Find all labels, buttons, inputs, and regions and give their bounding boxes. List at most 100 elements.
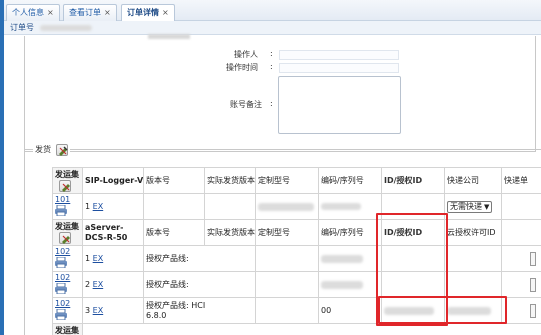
redacted-value (321, 280, 363, 289)
shipset-number-link[interactable]: 102 (55, 299, 80, 309)
product-name: aServer-DCS-R-50 (85, 222, 128, 242)
close-icon[interactable]: × (104, 8, 111, 17)
tab-label: 订单详情 (127, 8, 159, 17)
courier-select[interactable]: 无需快递 ▼ (447, 200, 493, 213)
operator-label: 操作人 (234, 50, 258, 59)
account-remark-textarea[interactable] (278, 76, 401, 134)
row-index-cell: 1 EX (82, 245, 144, 272)
row-index-cell: 2 EX (82, 271, 144, 298)
shipset-number-cell: 101 (52, 193, 83, 220)
auth-product-line: 授权产品线: (146, 254, 189, 263)
tab-label: 个人信息 (12, 8, 44, 17)
cell (501, 297, 541, 324)
cell (318, 193, 382, 220)
row-type-link[interactable]: EX (93, 306, 104, 315)
table-row: 101 1 EX 无需快递 ▼ (52, 193, 541, 220)
table-row: 发运集 SIP-Logger-V20 版本号 实际发货版本 定制型号 编码/序列… (52, 167, 541, 194)
cell (501, 271, 541, 298)
column-id-auth: ID/授权ID (384, 176, 423, 185)
table-row: 发运集 aServer-DCS-R-50 版本号 实际发货版本 定制型号 编码/… (52, 219, 541, 246)
order-number-label: 订单号 (10, 23, 34, 32)
row-action-box[interactable] (530, 277, 536, 292)
column-version: 版本号 (146, 176, 170, 185)
shipset-number-link[interactable]: 102 (55, 247, 80, 257)
cell (444, 271, 502, 298)
tab-view-orders[interactable]: 查看订单 × (63, 4, 117, 21)
close-icon[interactable]: × (47, 8, 54, 17)
shipset-number-link[interactable]: 101 (55, 195, 80, 205)
shipset-number-link[interactable]: 102 (55, 273, 80, 283)
auth-line-cell: 授权产品线: (143, 271, 256, 298)
table-row: 102 2 EX 授权产品线: (52, 271, 541, 298)
column-header: 实际发货版本 (204, 219, 256, 246)
column-header: 定制型号 (255, 219, 319, 246)
tab-order-details[interactable]: 订单详情 × (121, 4, 175, 22)
serial-value: 00 (321, 306, 332, 315)
column-header: 快递公司 (444, 167, 502, 194)
row-type-link[interactable]: EX (93, 202, 104, 211)
cell (318, 271, 382, 298)
column-version: 版本号 (146, 228, 170, 237)
shipset-number-cell: 102 (52, 271, 83, 298)
table-row: 发运集 (52, 323, 541, 335)
column-header: 云授权许可ID (444, 219, 502, 246)
operator-field (279, 50, 399, 60)
auth-line-cell: 授权产品线: HCI 6.8.0 (143, 297, 256, 324)
delete-tool-icon[interactable] (59, 231, 71, 244)
product-name: SIP-Logger-V20 (85, 176, 144, 185)
column-serial: 编码/序列号 (321, 176, 364, 185)
redacted-value (321, 203, 361, 210)
cell (143, 193, 205, 220)
column-tracking: 快递单 (504, 176, 528, 185)
column-header: 定制型号 (255, 167, 319, 194)
close-icon[interactable]: × (162, 8, 169, 17)
column-custom-model: 定制型号 (258, 176, 290, 185)
cell (501, 219, 541, 246)
auth-product-line: 授权产品线: HCI (146, 300, 206, 310)
row-index: 1 (85, 202, 91, 211)
shipset-number-cell: 102 (52, 245, 83, 272)
printer-icon[interactable] (55, 308, 67, 322)
cell (501, 193, 541, 220)
operate-time-label: 操作时间 (226, 63, 258, 72)
row-index: 1 (85, 254, 91, 263)
column-actual-version: 实际发货版本 (207, 228, 255, 237)
product-name-cell: SIP-Logger-V20 (82, 167, 144, 194)
delete-tool-icon[interactable] (55, 143, 68, 156)
left-edge-strip (0, 0, 4, 335)
row-type-link[interactable]: EX (93, 254, 104, 263)
tab-personal-info[interactable]: 个人信息 × (6, 4, 60, 21)
column-header: 编码/序列号 (318, 219, 382, 246)
order-number-bar: 订单号 (4, 21, 541, 35)
printer-icon[interactable] (55, 282, 67, 296)
account-remark-label: 账号备注 (230, 100, 262, 109)
cell (255, 271, 319, 298)
shipset-label: 发运集 (55, 326, 79, 335)
cell (444, 245, 502, 272)
cell (255, 193, 319, 220)
cell (318, 245, 382, 272)
column-serial: 编码/序列号 (321, 228, 364, 237)
row-type-link[interactable]: EX (93, 280, 104, 289)
cell (204, 193, 256, 220)
column-courier: 快递公司 (447, 176, 479, 185)
redacted-value (258, 202, 314, 211)
printer-icon[interactable] (55, 256, 67, 270)
row-index-cell: 1 EX (82, 193, 144, 220)
printer-icon[interactable] (55, 204, 67, 218)
delete-tool-icon[interactable] (59, 179, 71, 192)
auth-line-cell: 授权产品线: (143, 245, 256, 272)
shipset-header-cell: 发运集 (52, 167, 83, 194)
row-index: 2 (85, 280, 91, 289)
courier-select-value: 无需快递 (450, 201, 482, 211)
column-cloud-license: 云授权许可ID (447, 228, 496, 237)
cell (255, 245, 319, 272)
shipset-number-cell: 102 (52, 297, 83, 324)
tab-label: 查看订单 (69, 8, 101, 17)
courier-cell: 无需快递 ▼ (444, 193, 502, 220)
column-custom-model: 定制型号 (258, 228, 290, 237)
row-action-box[interactable] (530, 251, 536, 266)
column-header: 实际发货版本 (204, 167, 256, 194)
row-index: 3 (85, 306, 91, 315)
row-action-box[interactable] (530, 303, 536, 318)
